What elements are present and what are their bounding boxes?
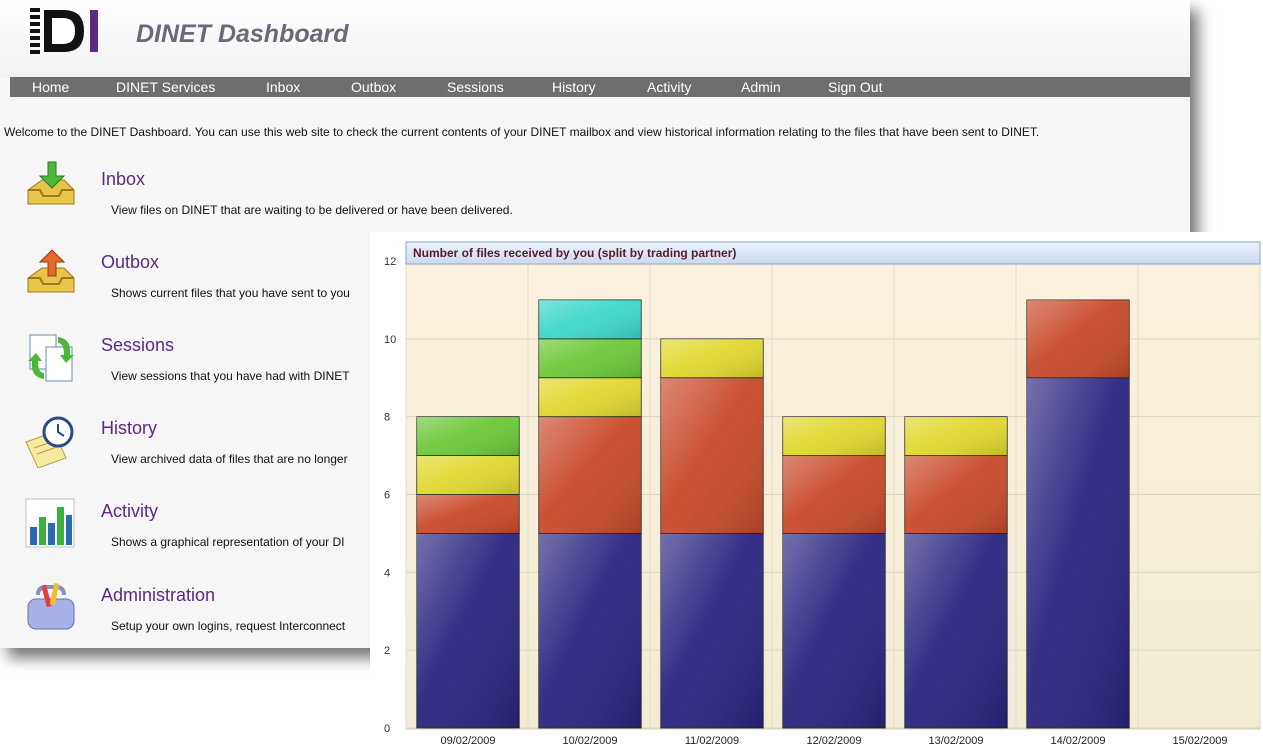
section-title-history[interactable]: History <box>101 418 157 439</box>
section-desc-administration: Setup your own logins, request Interconn… <box>111 619 346 633</box>
section-title-sessions[interactable]: Sessions <box>101 335 174 356</box>
section-desc-outbox: Shows current files that you have sent t… <box>111 286 350 300</box>
bar-segment[interactable] <box>660 533 764 729</box>
bar-segment[interactable] <box>904 416 1008 456</box>
y-tick-label: 12 <box>384 256 396 268</box>
x-tick-label: 14/02/2009 <box>1050 735 1105 747</box>
outbox-tray-icon[interactable] <box>24 248 78 302</box>
nav-item-inbox[interactable]: Inbox <box>266 79 300 95</box>
files-received-chart: 0 2 4 6 8 10 12 09/02/2009 10/02/2009 11/02/2009… <box>384 241 1261 747</box>
y-axis: 0 2 4 6 8 10 12 <box>384 256 396 735</box>
x-tick-label: 09/02/2009 <box>440 735 495 747</box>
y-tick-label: 0 <box>384 723 390 735</box>
bar-segment[interactable] <box>538 377 642 418</box>
activity-chart-icon[interactable] <box>24 497 78 551</box>
section-desc-sessions: View sessions that you have had with DIN… <box>111 369 350 383</box>
nav-item-sessions[interactable]: Sessions <box>447 79 504 95</box>
nav-item-admin[interactable]: Admin <box>741 79 781 95</box>
bar-segment[interactable] <box>1026 299 1130 379</box>
bar-segment[interactable] <box>416 416 520 456</box>
y-tick-label: 6 <box>384 490 390 502</box>
bar-segment[interactable] <box>538 533 642 729</box>
bar-segment[interactable] <box>538 338 642 379</box>
x-tick-label: 13/02/2009 <box>928 735 983 747</box>
bar-segment[interactable] <box>782 416 886 456</box>
y-tick-label: 2 <box>384 645 390 657</box>
x-tick-label: 11/02/2009 <box>685 735 739 747</box>
nav-bar: Home DINET Services Inbox Outbox Session… <box>10 77 1190 97</box>
section-desc-inbox: View files on DINET that are waiting to … <box>111 203 513 217</box>
nav-item-activity[interactable]: Activity <box>647 79 691 95</box>
sessions-arrows-icon[interactable] <box>24 331 78 385</box>
nav-item-history[interactable]: History <box>552 79 596 95</box>
x-axis: 09/02/2009 10/02/2009 11/02/2009 12/02/2009… <box>440 735 1227 747</box>
section-title-inbox[interactable]: Inbox <box>101 169 145 190</box>
x-tick-label: 12/02/2009 <box>806 735 861 747</box>
x-tick-label: 10/02/2009 <box>562 735 617 747</box>
x-tick-label: 15/02/2009 <box>1172 735 1227 747</box>
files-received-chart-panel: 0 2 4 6 8 10 12 09/02/2009 10/02/2009 11/02/2009… <box>370 232 1262 748</box>
nav-item-outbox[interactable]: Outbox <box>351 79 396 95</box>
bar-segment[interactable] <box>904 533 1008 729</box>
welcome-text: Welcome to the DINET Dashboard. You can … <box>4 125 1040 139</box>
y-tick-label: 10 <box>384 334 396 346</box>
inbox-tray-icon[interactable] <box>24 160 78 214</box>
section-title-outbox[interactable]: Outbox <box>101 252 159 273</box>
bar-segment[interactable] <box>660 377 764 534</box>
bar-segment[interactable] <box>538 299 642 340</box>
page-title: DINET Dashboard <box>136 20 349 48</box>
section-title-activity[interactable]: Activity <box>101 501 158 522</box>
bar-segment[interactable] <box>782 455 886 534</box>
nav-item-home[interactable]: Home <box>32 79 69 95</box>
chart-title: Number of files received by you (split b… <box>413 246 736 260</box>
bar-segment[interactable] <box>416 494 520 534</box>
header: DINET Dashboard <box>0 0 1190 77</box>
bar-segment[interactable] <box>904 455 1008 534</box>
section-desc-activity: Shows a graphical representation of your… <box>111 535 345 549</box>
y-tick-label: 8 <box>384 412 390 424</box>
nav-item-sign-out[interactable]: Sign Out <box>828 79 882 95</box>
section-title-administration[interactable]: Administration <box>101 585 215 606</box>
history-clock-icon[interactable] <box>24 414 78 468</box>
bar-segment[interactable] <box>416 455 520 495</box>
admin-toolbox-icon[interactable] <box>24 581 78 635</box>
bar-segment[interactable] <box>1026 377 1130 729</box>
bar-segment[interactable] <box>538 416 642 534</box>
bar-segment[interactable] <box>416 533 520 729</box>
nav-item-dinet-services[interactable]: DINET Services <box>116 79 215 95</box>
bar-segment[interactable] <box>660 338 764 379</box>
bar-segment[interactable] <box>782 533 886 729</box>
dinet-logo <box>30 8 98 54</box>
y-tick-label: 4 <box>384 567 390 579</box>
section-desc-history: View archived data of files that are no … <box>111 452 348 466</box>
